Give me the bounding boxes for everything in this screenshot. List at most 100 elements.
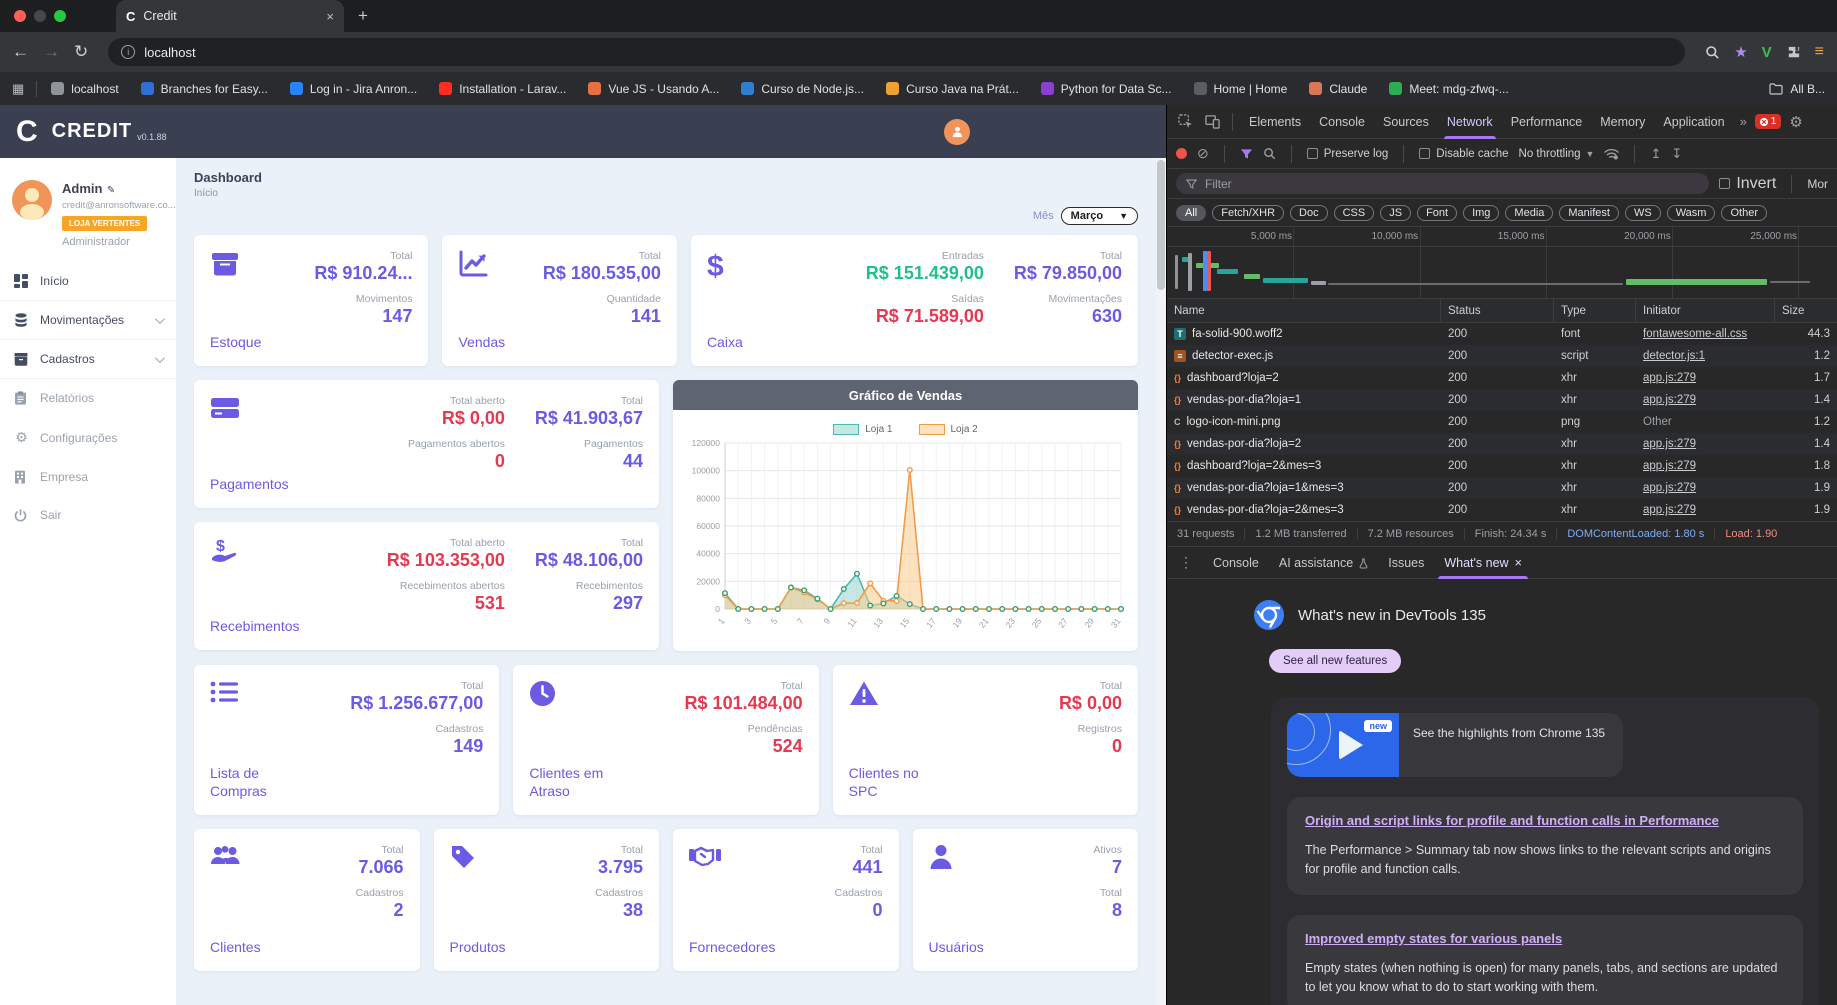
drawer-tab-what-s-new[interactable]: What's new × (1434, 547, 1532, 579)
drawer-tab-ai-assistance[interactable]: AI assistance (1269, 547, 1378, 579)
initiator-link[interactable]: app.js:279 (1643, 460, 1696, 472)
initiator-link[interactable]: app.js:279 (1643, 482, 1696, 494)
extensions-puzzle-icon[interactable] (1786, 45, 1801, 60)
filter-chip-img[interactable]: Img (1463, 204, 1500, 221)
search-icon[interactable] (1263, 147, 1276, 160)
preserve-log-checkbox[interactable]: Preserve log (1306, 148, 1388, 160)
address-bar[interactable]: i localhost (108, 38, 1686, 66)
bookmark-item[interactable]: Curso Java na Prát... (886, 82, 1019, 96)
network-row[interactable]: Tfa-solid-900.woff2 200 font fontawesome-al… (1167, 323, 1837, 345)
feature-link[interactable]: Improved empty states for various panels (1305, 931, 1562, 946)
import-har-icon[interactable]: ↥ (1650, 146, 1661, 162)
filter-chip-manifest[interactable]: Manifest (1559, 204, 1619, 221)
bookmark-item[interactable]: Installation - Larav... (439, 82, 566, 96)
initiator-link[interactable]: fontawesome-all.css (1643, 328, 1747, 340)
drawer-tab-issues[interactable]: Issues (1378, 547, 1434, 579)
sidebar-item-cadastros[interactable]: Cadastros (0, 340, 176, 378)
sidebar-item-movimentacoes[interactable]: Movimentações (0, 301, 176, 339)
device-toolbar-icon[interactable] (1200, 114, 1225, 129)
network-row[interactable]: {} vendas-por-dia?loja=1 200 xhr app.js:279 1… (1167, 389, 1837, 411)
minimize-window-button[interactable] (34, 10, 46, 22)
tab-close-icon[interactable]: × (326, 9, 334, 24)
devtools-tab-network[interactable]: Network (1438, 105, 1502, 139)
network-row[interactable]: {} vendas-por-dia?loja=2&mes=3 200 xhr app.j… (1167, 499, 1837, 521)
extension-v-icon[interactable]: V (1762, 44, 1772, 61)
apps-grid-icon[interactable]: ▦ (12, 81, 24, 97)
filter-chip-font[interactable]: Font (1417, 204, 1458, 221)
back-icon[interactable]: ← (12, 42, 29, 62)
card-estoque[interactable]: Estoque Total R$ 910.24... Movimentos 147 (194, 235, 429, 366)
bookmark-item[interactable]: Branches for Easy... (140, 82, 268, 96)
initiator-link[interactable]: app.js:279 (1643, 372, 1696, 384)
devtools-tab-memory[interactable]: Memory (1591, 105, 1654, 139)
filter-input[interactable]: Filter (1176, 173, 1710, 194)
month-select[interactable]: Março ▼ (1060, 207, 1138, 225)
network-conditions-icon[interactable] (1604, 148, 1620, 160)
bookmark-item[interactable]: Curso de Node.js... (741, 82, 864, 96)
filter-chip-all[interactable]: All (1176, 204, 1207, 221)
feature-link[interactable]: Origin and script links for profile and … (1305, 813, 1719, 828)
devtools-tab-console[interactable]: Console (1310, 105, 1374, 139)
network-row[interactable]: {} vendas-por-dia?loja=2 200 xhr app.js:279 1… (1167, 433, 1837, 455)
devtools-tab-sources[interactable]: Sources (1374, 105, 1438, 139)
sidebar-item-sair[interactable]: Sair (0, 496, 176, 534)
browser-tab[interactable]: C Credit × (116, 0, 344, 32)
sidebar-item-configuracoes[interactable]: ⚙ Configurações (0, 417, 176, 458)
devtools-tab-performance[interactable]: Performance (1502, 105, 1592, 139)
devtools-tab-application[interactable]: Application (1654, 105, 1733, 139)
page-scrollbar[interactable] (1156, 158, 1166, 1005)
column-header-status[interactable]: Status (1441, 299, 1554, 322)
bookmark-item[interactable]: Python for Data Sc... (1040, 82, 1172, 96)
video-thumbnail[interactable]: new (1287, 713, 1399, 777)
search-tabs-icon[interactable] (1705, 45, 1720, 60)
network-row[interactable]: {} vendas-por-dia?loja=1&mes=3 200 xhr app.j… (1167, 477, 1837, 499)
drawer-tab-console[interactable]: Console (1203, 547, 1269, 579)
bookmark-star-icon[interactable]: ★ (1734, 43, 1747, 61)
column-header-size[interactable]: Size (1775, 299, 1837, 322)
network-row[interactable]: Clogo-icon-mini.png 200 png Other 1.2 (1167, 411, 1837, 433)
close-window-button[interactable] (14, 10, 26, 22)
card-lista-compras[interactable]: Lista de Compras Total R$ 1.256.677,00 Ca… (194, 665, 500, 815)
devtools-settings-gear-icon[interactable]: ⚙ (1789, 113, 1802, 131)
network-row[interactable]: ≡ detector-exec.js 200 script detector.js:1 1… (1167, 345, 1837, 367)
network-row[interactable]: {} dashboard?loja=2&mes=3 200 xhr app.js:279… (1167, 455, 1837, 477)
card-produtos[interactable]: Produtos Total 3.795 Cadastros 38 (433, 829, 659, 971)
card-recebimentos[interactable]: $ Recebimentos Total aberto R$ 103.353,00… (194, 522, 659, 650)
sidebar-item-inicio[interactable]: Início (0, 262, 176, 300)
record-network-log-icon[interactable] (1176, 148, 1187, 159)
card-pagamentos[interactable]: Pagamentos Total aberto R$ 0,00 Pagamento… (194, 380, 659, 508)
column-header-name[interactable]: Name (1167, 299, 1441, 322)
export-har-icon[interactable]: ↧ (1671, 146, 1682, 162)
filter-chip-other[interactable]: Other (1721, 204, 1767, 221)
throttling-select[interactable]: No throttling ▼ (1519, 148, 1595, 160)
waterfall-overview[interactable] (1167, 247, 1837, 299)
browser-menu-icon[interactable]: ≡ (1815, 43, 1825, 61)
error-count-badge[interactable]: 1 (1754, 114, 1782, 129)
filter-chip-css[interactable]: CSS (1333, 204, 1375, 221)
filter-chip-ws[interactable]: WS (1624, 204, 1661, 221)
disable-cache-checkbox[interactable]: Disable cache (1419, 148, 1509, 160)
initiator-link[interactable]: app.js:279 (1643, 504, 1696, 516)
column-header-type[interactable]: Type (1554, 299, 1636, 322)
sidebar-item-relatorios[interactable]: Relatórios (0, 379, 176, 417)
reload-icon[interactable]: ↻ (74, 42, 88, 62)
filter-chip-fetch/xhr[interactable]: Fetch/XHR (1212, 204, 1285, 221)
bookmark-item[interactable]: Claude (1309, 82, 1367, 96)
new-tab-button[interactable]: + (358, 6, 368, 26)
all-bookmarks-folder[interactable]: All B... (1769, 82, 1825, 96)
card-clientes[interactable]: Clientes Total 7.066 Cadastros 2 (194, 829, 420, 971)
close-icon[interactable]: × (1515, 556, 1522, 570)
card-usuarios[interactable]: Usuários Ativos 7 Total 8 (912, 829, 1138, 971)
card-clientes-atraso[interactable]: Clientes em Atraso Total R$ 101.484,00 Pe… (513, 665, 819, 815)
card-vendas[interactable]: Vendas Total R$ 180.535,00 Quantidade 141 (442, 235, 677, 366)
clear-network-log-icon[interactable]: ⊘ (1197, 145, 1209, 162)
bookmark-item[interactable]: Home | Home (1193, 82, 1287, 96)
highlights-video-card[interactable]: new See the highlights from Chrome 135 (1287, 713, 1623, 777)
filter-chip-doc[interactable]: Doc (1290, 204, 1328, 221)
more-tabs-icon[interactable]: » (1740, 114, 1747, 129)
card-caixa[interactable]: $ Caixa Entradas R$ 151.439,00 Saídas R$ 7… (690, 235, 1138, 366)
card-fornecedores[interactable]: Fornecedores Total 441 Cadastros 0 (673, 829, 899, 971)
initiator-link[interactable]: app.js:279 (1643, 394, 1696, 406)
header-avatar[interactable] (944, 118, 970, 145)
more-filters-label[interactable]: Mor (1807, 177, 1828, 191)
